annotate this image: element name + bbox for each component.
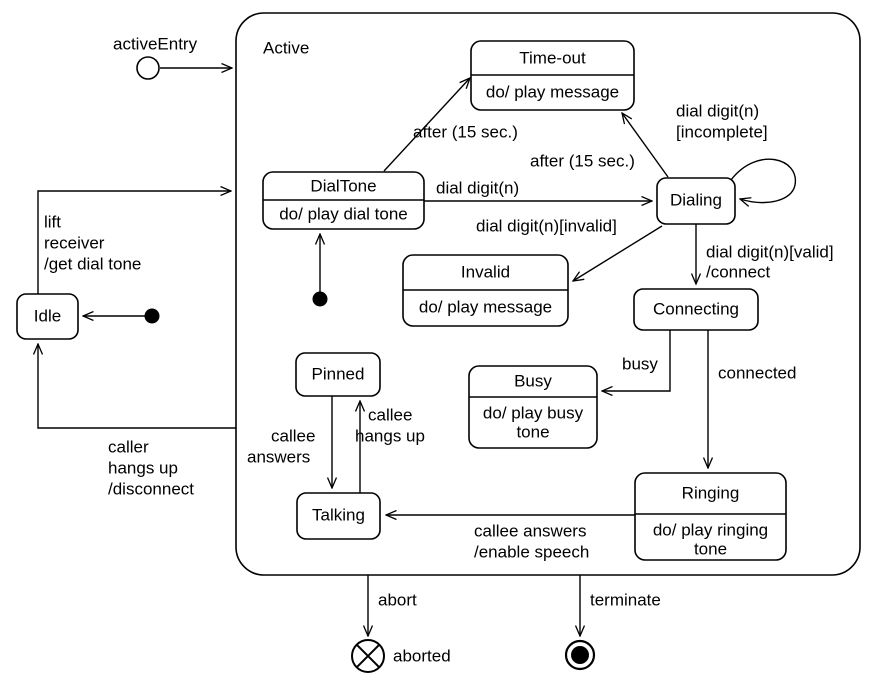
transition-active-to-idle	[38, 344, 236, 429]
transition-callee-hangs-label-line2: hangs up	[355, 426, 425, 445]
state-idle-label: Idle	[34, 306, 61, 325]
transition-hangup-label-line2: hangs up	[108, 458, 178, 477]
state-ringing-activity-line2: tone	[694, 539, 727, 558]
transition-hangup-label-line1: caller	[108, 437, 149, 456]
transition-abort-label: abort	[378, 590, 417, 609]
transition-callee-hangs-label-line1: callee	[368, 405, 412, 424]
transition-terminate-label: terminate	[590, 590, 661, 609]
initial-pseudostate-dialtone-icon	[312, 291, 328, 307]
transition-dialing-self-loop	[730, 158, 796, 202]
state-diagram-canvas: Active activeEntry Idle lift receiver /g…	[0, 0, 885, 699]
state-pinned-label: Pinned	[312, 364, 365, 383]
state-busy-activity-line1: do/ play busy	[483, 403, 584, 422]
transition-ringing-answers-label-line1: callee answers	[474, 521, 586, 540]
transition-lift-label-line1: lift	[44, 212, 61, 231]
state-dialtone-activity: do/ play dial tone	[279, 204, 408, 223]
state-busy-label: Busy	[514, 371, 552, 390]
transition-dialtone-timeout-label: after (15 sec.)	[413, 122, 518, 141]
transition-connected-label: connected	[718, 363, 796, 382]
transition-callee-answers-label-line2: answers	[247, 447, 310, 466]
initial-pseudostate-idle-icon	[144, 308, 160, 324]
transition-dialing-invalid-label: dial digit(n)[invalid]	[476, 216, 617, 235]
transition-hangup-label-line3: /disconnect	[108, 479, 194, 498]
final-state-inner-dot-icon	[571, 646, 589, 664]
composite-state-active-label: Active	[263, 38, 309, 57]
transition-ringing-answers-label-line2: /enable speech	[474, 542, 589, 561]
transition-lift-label-line3: /get dial tone	[44, 254, 141, 273]
transition-connecting-label-line2: /connect	[706, 262, 771, 281]
state-talking-label: Talking	[312, 505, 365, 524]
state-timeout-activity: do/ play message	[486, 82, 619, 101]
entry-point-icon	[136, 56, 160, 80]
transition-callee-answers-label-line1: callee	[271, 426, 315, 445]
transition-lift-label-line2: receiver	[44, 233, 105, 252]
uml-state-machine-diagram: Active activeEntry Idle lift receiver /g…	[16, 12, 861, 673]
state-ringing-label: Ringing	[682, 483, 740, 502]
state-dialtone-label: DialTone	[310, 176, 376, 195]
aborted-label: aborted	[393, 646, 451, 665]
transition-dialing-self-label-line2: [incomplete]	[676, 122, 768, 141]
state-dialing-label: Dialing	[670, 190, 722, 209]
state-invalid-activity: do/ play message	[419, 297, 552, 316]
transition-connecting-label-line1: dial digit(n)[valid]	[706, 242, 834, 261]
state-busy-activity-line2: tone	[516, 422, 549, 441]
transition-dialing-timeout-label: after (15 sec.)	[530, 151, 635, 170]
transition-dialing-self-label-line1: dial digit(n)	[676, 101, 759, 120]
state-connecting-label: Connecting	[653, 299, 739, 318]
state-invalid-label: Invalid	[461, 262, 510, 281]
state-ringing-activity-line1: do/ play ringing	[653, 520, 768, 539]
active-entry-label: activeEntry	[113, 34, 198, 53]
transition-dialtone-dialing-label: dial digit(n)	[436, 178, 519, 197]
state-timeout-label: Time-out	[519, 48, 586, 67]
transition-busy-label: busy	[622, 354, 658, 373]
